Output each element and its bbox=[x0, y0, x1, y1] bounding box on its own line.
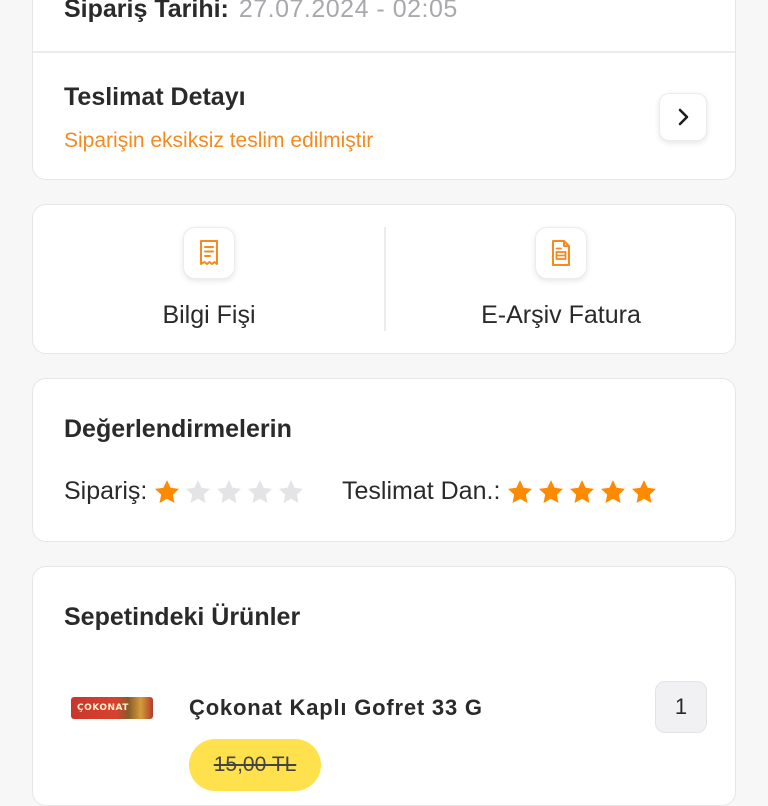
product-image: ÇOKONAT bbox=[71, 697, 153, 719]
star-filled-icon bbox=[601, 479, 626, 503]
order-rating: Sipariş: bbox=[64, 477, 308, 506]
order-date-label: Sipariş Tarihi: bbox=[64, 0, 229, 23]
star-empty-icon bbox=[279, 479, 304, 503]
product-quantity: 1 bbox=[655, 681, 707, 733]
star-filled-icon bbox=[155, 479, 180, 503]
delivery-rating-stars bbox=[506, 478, 661, 506]
order-summary-card: Sipariş Tarihi: 27.07.2024 - 02:05 Teslim… bbox=[32, 0, 736, 180]
order-date-row: Sipariş Tarihi: 27.07.2024 - 02:05 bbox=[64, 0, 458, 24]
star-empty-icon bbox=[248, 479, 273, 503]
divider bbox=[33, 51, 735, 53]
star-filled-icon bbox=[539, 479, 564, 503]
star-filled-icon bbox=[632, 479, 657, 503]
receipt-icon bbox=[183, 227, 235, 279]
basket-card: Sepetindeki Ürünler ÇOKONAT Çokonat Kapl… bbox=[32, 566, 736, 806]
star-filled-icon bbox=[570, 479, 595, 503]
star-empty-icon bbox=[186, 479, 211, 503]
chevron-right-icon bbox=[678, 108, 689, 126]
invoice-icon bbox=[535, 227, 587, 279]
delivery-detail-button[interactable] bbox=[659, 93, 707, 141]
doc-e-arsiv-fatura[interactable]: E-Arşiv Fatura bbox=[385, 205, 737, 355]
doc-label: E-Arşiv Fatura bbox=[481, 301, 641, 329]
ratings-title: Değerlendirmelerin bbox=[64, 415, 292, 443]
doc-bilgi-fisi[interactable]: Bilgi Fişi bbox=[33, 205, 385, 355]
product-old-price: 15,00 TL bbox=[189, 739, 321, 791]
ratings-card: Değerlendirmelerin Sipariş: Teslimat Dan… bbox=[32, 378, 736, 542]
doc-label: Bilgi Fişi bbox=[162, 301, 256, 329]
delivery-detail-title[interactable]: Teslimat Detayı bbox=[64, 83, 246, 112]
documents-card: Bilgi Fişi E-Arşiv Fatura bbox=[32, 204, 736, 354]
product-image-brand: ÇOKONAT bbox=[77, 703, 129, 713]
delivery-rating-label: Teslimat Dan.: bbox=[342, 477, 501, 505]
order-rating-label: Sipariş: bbox=[64, 477, 148, 505]
order-date-value: 27.07.2024 - 02:05 bbox=[238, 0, 458, 23]
product-name[interactable]: Çokonat Kaplı Gofret 33 G bbox=[189, 695, 483, 721]
star-filled-icon bbox=[508, 479, 533, 503]
order-rating-stars bbox=[153, 478, 308, 506]
star-empty-icon bbox=[217, 479, 242, 503]
basket-title: Sepetindeki Ürünler bbox=[64, 603, 301, 631]
delivery-status-text: Siparişin eksiksiz teslim edilmiştir bbox=[64, 129, 374, 152]
delivery-rating: Teslimat Dan.: bbox=[342, 477, 661, 506]
